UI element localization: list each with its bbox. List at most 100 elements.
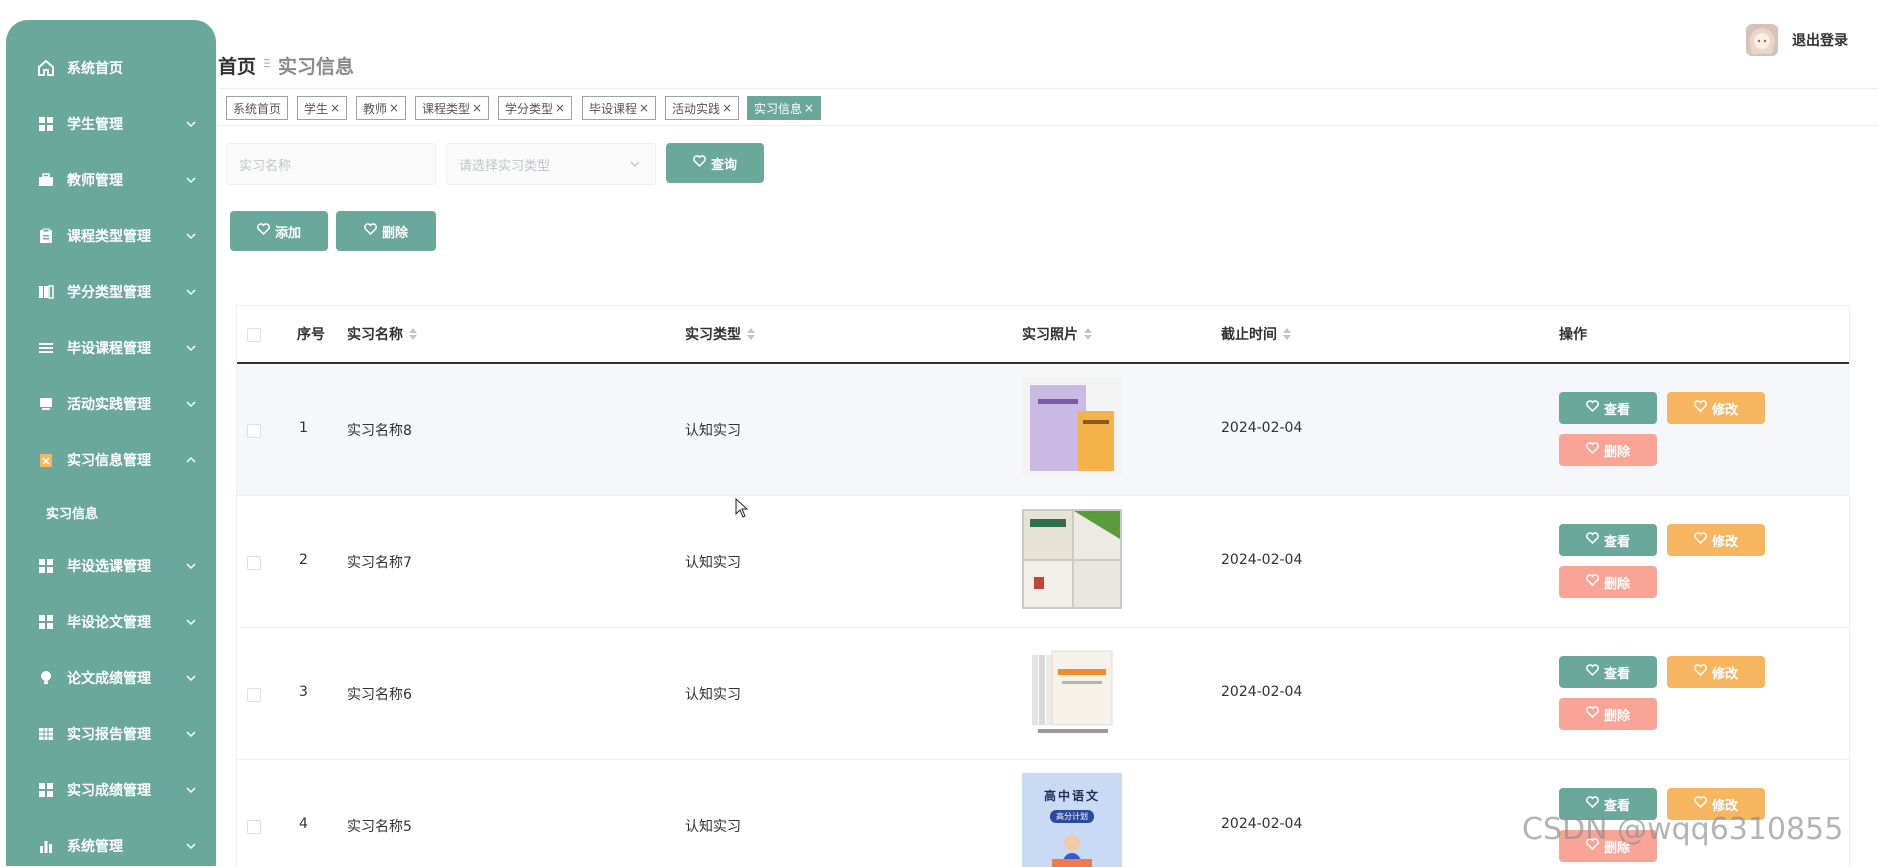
tag-label: 毕设课程 <box>589 101 638 116</box>
chevron-down-icon <box>184 559 198 573</box>
row-photo[interactable] <box>1022 377 1122 477</box>
sidebar-item-thesis-grades[interactable]: 论文成绩管理 <box>6 658 216 698</box>
view-button[interactable]: 查看 <box>1559 392 1657 424</box>
logout-link[interactable]: 退出登录 <box>1792 30 1848 50</box>
row-type: 认知实习 <box>685 687 741 703</box>
heart-icon <box>364 223 382 239</box>
tag-internship-info[interactable]: 实习信息 × <box>747 96 822 120</box>
row-index: 2 <box>299 552 308 568</box>
row-checkbox[interactable] <box>247 556 261 570</box>
row-name: 实习名称7 <box>347 555 412 571</box>
search-name-input[interactable]: 实习名称 <box>226 143 436 185</box>
close-icon[interactable]: × <box>722 101 732 115</box>
tag-students[interactable]: 学生 × <box>297 96 348 120</box>
sidebar-item-activities[interactable]: 活动实践管理 <box>6 384 216 424</box>
row-checkbox[interactable] <box>247 424 261 438</box>
column-type[interactable]: 实习类型 <box>685 306 755 362</box>
grid-icon <box>37 613 55 631</box>
sidebar-item-design-selection[interactable]: 毕设选课管理 <box>6 546 216 586</box>
type-select[interactable]: 请选择实习类型 <box>446 143 656 185</box>
close-icon[interactable]: × <box>472 101 482 115</box>
row-deadline: 2024-02-04 <box>1221 684 1303 700</box>
row-photo[interactable] <box>1022 641 1122 741</box>
chevron-down-icon <box>184 397 198 411</box>
view-button[interactable]: 查看 <box>1559 656 1657 688</box>
table-header: 序号 实习名称 实习类型 实习照片 截止时间 操作 <box>237 306 1849 364</box>
query-button[interactable]: 查询 <box>666 143 764 183</box>
row-type: 认知实习 <box>685 819 741 835</box>
close-icon[interactable]: × <box>639 101 649 115</box>
chevron-down-icon <box>629 158 641 174</box>
sidebar-item-label: 系统管理 <box>67 839 123 855</box>
delete-label: 删除 <box>381 225 408 241</box>
row-deadline: 2024-02-04 <box>1221 816 1303 832</box>
avatar[interactable] <box>1746 24 1778 56</box>
select-all-checkbox[interactable] <box>247 328 261 342</box>
sidebar-item-design-thesis[interactable]: 毕设论文管理 <box>6 602 216 642</box>
sidebar-item-label: 实习信息管理 <box>67 453 151 469</box>
delete-button[interactable]: 删除 <box>1559 566 1657 598</box>
sidebar-item-course-types[interactable]: 课程类型管理 <box>6 216 216 256</box>
heart-icon <box>1694 664 1712 680</box>
edit-button[interactable]: 修改 <box>1667 524 1765 556</box>
user-area: 退出登录 <box>1746 22 1848 58</box>
sidebar-item-home[interactable]: 系统首页 <box>6 48 216 88</box>
clipboard-icon <box>37 227 55 245</box>
breadcrumb-home[interactable]: 首页 <box>218 52 256 79</box>
table-icon <box>37 725 55 743</box>
heart-icon <box>257 223 275 239</box>
delete-button[interactable]: 删除 <box>1559 698 1657 730</box>
sidebar-item-design-courses[interactable]: 毕设课程管理 <box>6 328 216 368</box>
row-photo[interactable]: 高中语文 高分计划 <box>1022 773 1122 867</box>
tags-bar: 系统首页 学生 × 教师 × 课程类型 × 学分类型 × 毕设课程 × 活动实践… <box>218 88 1878 126</box>
sidebar-item-internship-info[interactable]: 实习信息管理 <box>6 440 216 480</box>
sort-icon[interactable] <box>409 328 417 340</box>
tag-home[interactable]: 系统首页 <box>226 96 289 120</box>
row-checkbox[interactable] <box>247 820 261 834</box>
sidebar-item-teachers[interactable]: 教师管理 <box>6 160 216 200</box>
tag-design-courses[interactable]: 毕设课程 × <box>582 96 657 120</box>
add-button[interactable]: 添加 <box>230 211 328 251</box>
chevron-down-icon <box>184 615 198 629</box>
sidebar-item-internship-grades[interactable]: 实习成绩管理 <box>6 770 216 810</box>
row-type: 认知实习 <box>685 555 741 571</box>
columns-icon <box>37 283 55 301</box>
sort-icon[interactable] <box>1084 328 1092 340</box>
tag-credit-types[interactable]: 学分类型 × <box>498 96 573 120</box>
home-icon <box>37 59 55 77</box>
data-table: 序号 实习名称 实习类型 实习照片 截止时间 操作 1 实习名称8 认知实习 2… <box>236 305 1850 867</box>
row-photo[interactable] <box>1022 509 1122 609</box>
grid-icon <box>37 781 55 799</box>
close-icon[interactable]: × <box>330 101 340 115</box>
sidebar-item-system[interactable]: 系统管理 <box>6 826 216 866</box>
tag-activities[interactable]: 活动实践 × <box>665 96 740 120</box>
sidebar-item-internship-reports[interactable]: 实习报告管理 <box>6 714 216 754</box>
close-icon[interactable]: × <box>804 101 814 115</box>
column-photo[interactable]: 实习照片 <box>1022 306 1092 362</box>
edit-label: 修改 <box>1711 402 1738 418</box>
view-label: 查看 <box>1603 402 1630 418</box>
sort-icon[interactable] <box>747 328 755 340</box>
tag-course-types[interactable]: 课程类型 × <box>415 96 490 120</box>
chevron-down-icon <box>184 783 198 797</box>
column-name[interactable]: 实习名称 <box>347 306 417 362</box>
heart-icon <box>1586 574 1604 590</box>
edit-button[interactable]: 修改 <box>1667 656 1765 688</box>
edit-button[interactable]: 修改 <box>1667 392 1765 424</box>
batch-delete-button[interactable]: 删除 <box>336 211 436 251</box>
row-checkbox[interactable] <box>247 688 261 702</box>
tag-teachers[interactable]: 教师 × <box>356 96 407 120</box>
delete-button[interactable]: 删除 <box>1559 434 1657 466</box>
close-icon[interactable]: × <box>555 101 565 115</box>
sidebar-item-students[interactable]: 学生管理 <box>6 104 216 144</box>
sidebar-item-credit-types[interactable]: 学分类型管理 <box>6 272 216 312</box>
view-button[interactable]: 查看 <box>1559 524 1657 556</box>
delete-label: 删除 <box>1603 444 1630 460</box>
chevron-down-icon <box>184 671 198 685</box>
sort-icon[interactable] <box>1283 328 1291 340</box>
column-deadline[interactable]: 截止时间 <box>1221 306 1291 362</box>
submenu-item-internship-info[interactable]: 实习信息 <box>6 494 216 530</box>
close-icon[interactable]: × <box>389 101 399 115</box>
sidebar-item-label: 毕设选课管理 <box>67 559 151 575</box>
heart-icon <box>1694 796 1712 812</box>
